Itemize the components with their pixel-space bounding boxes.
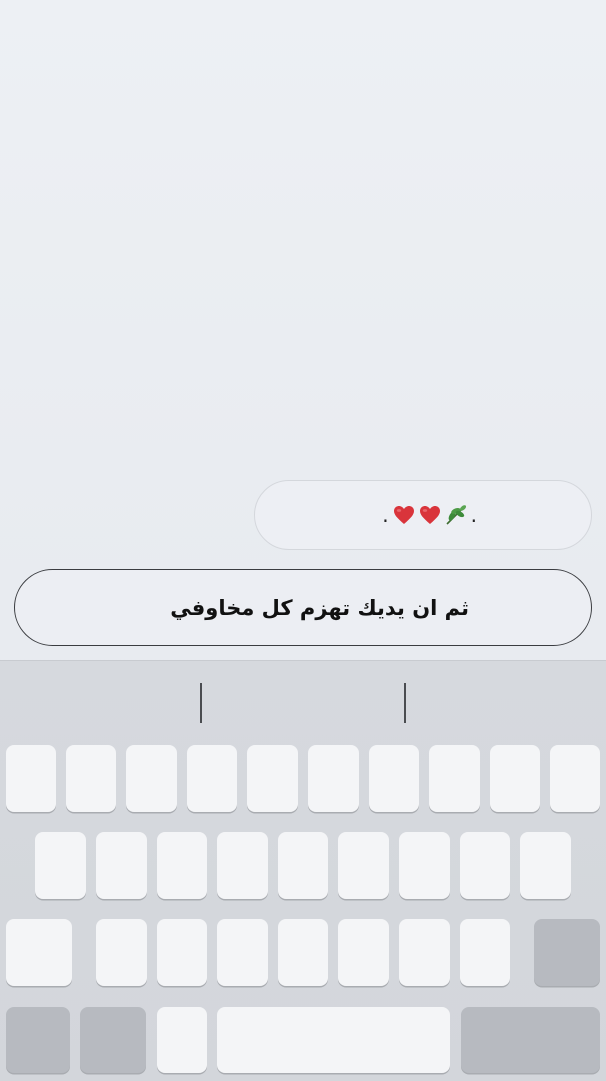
- key[interactable]: [399, 832, 450, 899]
- numbers-key[interactable]: [6, 1007, 70, 1073]
- message-bubble-text[interactable]: ثم ان يديك تهزم كل مخاوفي: [14, 569, 592, 646]
- dot-right: .: [382, 503, 389, 527]
- keyboard: [0, 660, 606, 1081]
- key[interactable]: [96, 832, 147, 899]
- key[interactable]: [429, 745, 480, 812]
- key[interactable]: [157, 832, 207, 899]
- heart-icon: [392, 503, 416, 527]
- suggestion-bar: [0, 661, 606, 733]
- key[interactable]: [6, 745, 56, 812]
- key[interactable]: [550, 745, 600, 812]
- key[interactable]: [338, 919, 389, 986]
- key[interactable]: [369, 745, 419, 812]
- key[interactable]: [308, 745, 359, 812]
- chat-screen: . . ثم ان يديك تهزم كل مخاوفي: [0, 0, 606, 1081]
- key[interactable]: [490, 745, 540, 812]
- dot-left: .: [470, 503, 477, 527]
- globe-key[interactable]: [80, 1007, 146, 1073]
- key[interactable]: [96, 919, 147, 986]
- key[interactable]: [399, 919, 450, 986]
- heart-icon: [418, 503, 442, 527]
- key[interactable]: [157, 1007, 207, 1073]
- key[interactable]: [157, 919, 207, 986]
- key[interactable]: [460, 919, 510, 986]
- key[interactable]: [520, 832, 571, 899]
- emoji-row: . .: [380, 502, 479, 528]
- key[interactable]: [278, 919, 328, 986]
- leaf-icon: [443, 502, 469, 528]
- key[interactable]: [126, 745, 177, 812]
- key[interactable]: [66, 745, 116, 812]
- backspace-key[interactable]: [534, 919, 600, 986]
- key[interactable]: [338, 832, 389, 899]
- return-key[interactable]: [461, 1007, 600, 1073]
- key[interactable]: [35, 832, 86, 899]
- message-text: ثم ان يديك تهزم كل مخاوفي: [170, 595, 469, 620]
- key[interactable]: [278, 832, 328, 899]
- space-key[interactable]: [217, 1007, 450, 1073]
- key[interactable]: [460, 832, 510, 899]
- key[interactable]: [6, 919, 72, 986]
- key[interactable]: [187, 745, 237, 812]
- suggestion-left[interactable]: [0, 661, 200, 733]
- suggestion-right[interactable]: [406, 661, 606, 733]
- suggestion-center[interactable]: [202, 661, 404, 733]
- key[interactable]: [217, 832, 268, 899]
- key[interactable]: [217, 919, 268, 986]
- message-bubble-emoji[interactable]: . .: [254, 480, 592, 550]
- key[interactable]: [247, 745, 298, 812]
